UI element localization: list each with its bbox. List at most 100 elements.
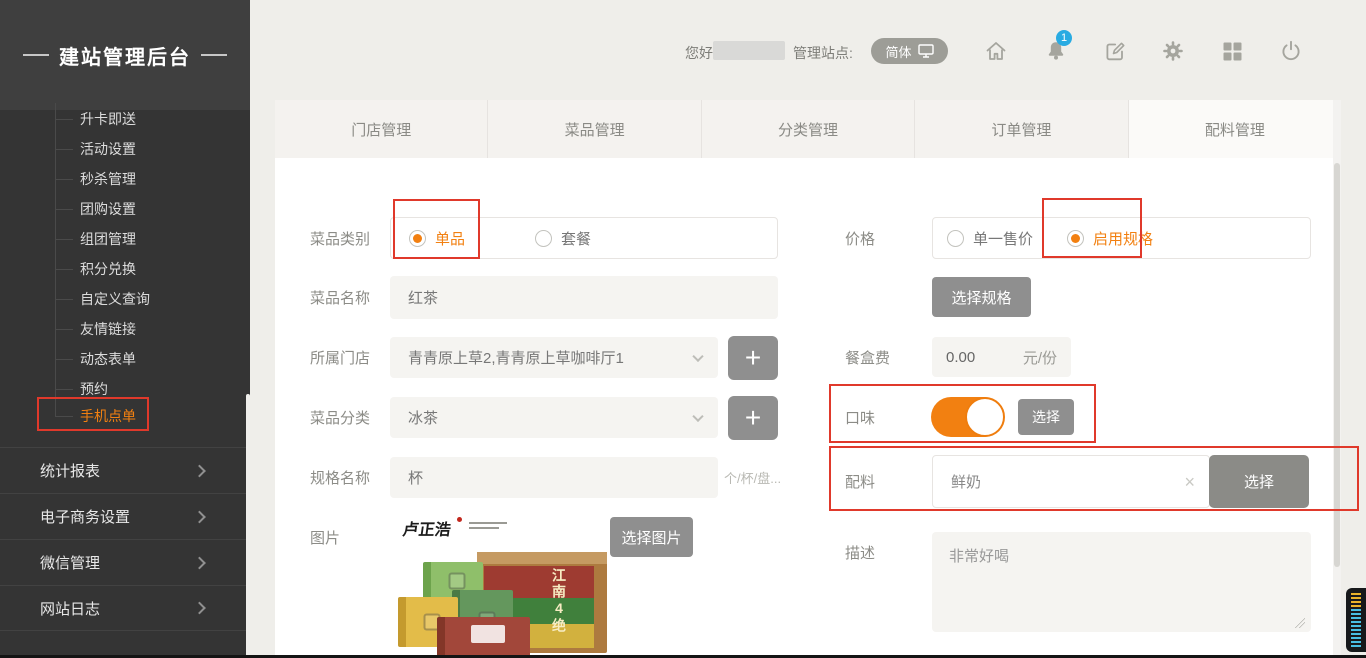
sidebar-item-friend-links[interactable]: 友情链接 [80, 318, 136, 340]
logo-dash-right [201, 54, 227, 56]
sidebar-item-custom-query[interactable]: 自定义查询 [80, 288, 150, 310]
tab-dish-manage[interactable]: 菜品管理 [488, 100, 701, 158]
box-fee-label: 餐盒费 [845, 337, 890, 377]
sidebar-item-seckill[interactable]: 秒杀管理 [80, 168, 136, 190]
radio-selected-icon [1067, 230, 1084, 247]
sidebar-item-reservation[interactable]: 预约 [80, 378, 108, 400]
indicator-bars-cyan [1351, 609, 1361, 647]
radio-enable-spec[interactable]: 启用规格 [1067, 228, 1153, 249]
sidebar-section-statistics[interactable]: 统计报表 [0, 447, 246, 493]
price-radio-group: 单一售价 启用规格 [932, 217, 1311, 259]
sidebar-section-site-logs[interactable]: 网站日志 [0, 585, 246, 631]
spec-name-label: 规格名称 [310, 457, 370, 498]
description-label: 描述 [845, 537, 875, 567]
status-indicator-widget [1346, 588, 1366, 652]
tea-box-red [437, 617, 530, 658]
notification-badge: 1 [1056, 30, 1072, 46]
brand-caption-line [469, 522, 507, 524]
dish-name-label: 菜品名称 [310, 276, 370, 319]
sidebar-item-group-manage[interactable]: 组团管理 [80, 228, 136, 250]
dish-classification-select[interactable]: 冰茶 [390, 397, 718, 438]
radio-unselected-icon [535, 230, 552, 247]
box-fee-unit: 元/份 [1023, 347, 1057, 368]
gift-box-lid [477, 552, 607, 564]
tab-order-manage[interactable]: 订单管理 [915, 100, 1128, 158]
store-select[interactable]: 青青原上草2,青青原上草咖啡厅1 [390, 337, 718, 378]
ingredient-input[interactable]: 鲜奶 × [932, 455, 1210, 508]
chevron-down-icon [692, 410, 703, 421]
toggle-knob [965, 397, 1005, 437]
flavor-toggle[interactable] [931, 397, 1004, 437]
greeting-text: 您好 [685, 43, 713, 63]
sidebar-item-activity-settings[interactable]: 活动设置 [80, 138, 136, 160]
settings-gear-icon[interactable] [1161, 39, 1185, 63]
chevron-down-icon [692, 350, 703, 361]
brand-caption-line [469, 527, 499, 529]
tab-store-manage[interactable]: 门店管理 [275, 100, 488, 158]
home-icon[interactable] [984, 39, 1008, 63]
apps-grid-icon[interactable] [1220, 39, 1244, 63]
box-label [471, 625, 505, 643]
dish-category-label: 菜品类别 [310, 217, 370, 259]
add-store-button[interactable]: + [728, 336, 778, 380]
app-title: 建站管理后台 [59, 41, 191, 70]
image-label: 图片 [310, 517, 340, 557]
spec-name-hint: 个/杯/盘... [724, 457, 781, 498]
clear-icon[interactable]: × [1184, 473, 1195, 491]
logo-dash-left [23, 54, 49, 56]
radio-single-price-label: 单一售价 [973, 228, 1033, 249]
power-logout-icon[interactable] [1279, 39, 1303, 63]
price-label: 价格 [845, 217, 875, 259]
dish-classification-value: 冰茶 [408, 407, 438, 428]
ingredient-choose-button[interactable]: 选择 [1209, 455, 1309, 508]
tab-bar: 门店管理 菜品管理 分类管理 订单管理 配料管理 [275, 100, 1341, 158]
sidebar-item-points-exchange[interactable]: 积分兑换 [80, 258, 136, 280]
dish-name-input[interactable]: 红茶 [390, 276, 778, 319]
sidebar-section-label: 电子商务设置 [40, 506, 130, 527]
radio-enable-spec-label: 启用规格 [1093, 228, 1153, 249]
flavor-label: 口味 [845, 397, 875, 437]
chevron-right-icon [193, 464, 206, 477]
radio-combo[interactable]: 套餐 [535, 228, 591, 249]
tab-ingredient-manage[interactable]: 配料管理 [1129, 100, 1341, 158]
spec-name-input[interactable]: 杯 [390, 457, 718, 498]
dish-classification-label: 菜品分类 [310, 397, 370, 438]
chevron-right-icon [193, 556, 206, 569]
username-redacted [713, 41, 785, 60]
edit-icon[interactable] [1103, 39, 1127, 63]
sidebar-section-wechat[interactable]: 微信管理 [0, 539, 246, 585]
description-textarea[interactable]: 非常好喝 [932, 532, 1311, 632]
box-fee-input[interactable]: 0.00 元/份 [932, 337, 1071, 377]
language-switch-button[interactable]: 简体 [871, 38, 948, 64]
radio-single-price[interactable]: 单一售价 [947, 228, 1033, 249]
sidebar-scrollbar[interactable] [246, 394, 250, 658]
choose-spec-button[interactable]: 选择规格 [932, 277, 1031, 317]
sidebar-item-groupbuy[interactable]: 团购设置 [80, 198, 136, 220]
flavor-choose-button[interactable]: 选择 [1018, 399, 1074, 435]
ingredient-value: 鲜奶 [951, 471, 981, 492]
ingredient-label: 配料 [845, 455, 875, 508]
sidebar-item-card-gift[interactable]: 升卡即送 [80, 108, 136, 130]
sidebar: 建站管理后台 升卡即送 活动设置 秒杀管理 团购设置 组团管理 积分兑换 自定义… [0, 0, 250, 658]
box-emblem [449, 573, 466, 590]
sidebar-section-ecommerce[interactable]: 电子商务设置 [0, 493, 246, 539]
radio-single-item-label: 单品 [435, 228, 465, 249]
box-fee-value: 0.00 [946, 349, 975, 366]
radio-combo-label: 套餐 [561, 228, 591, 249]
radio-single-item[interactable]: 单品 [409, 228, 465, 249]
tab-category-manage[interactable]: 分类管理 [702, 100, 915, 158]
resize-handle[interactable] [1295, 618, 1305, 628]
choose-image-button[interactable]: 选择图片 [610, 517, 693, 557]
gift-box-vertical-text: 江南4绝 [549, 568, 569, 634]
sidebar-section-label: 网站日志 [40, 598, 100, 619]
content-scrollbar-thumb[interactable] [1334, 163, 1340, 567]
radio-unselected-icon [947, 230, 964, 247]
brand-logo-text: 卢正浩 [401, 516, 452, 540]
add-classification-button[interactable]: + [728, 396, 778, 440]
chevron-right-icon [193, 510, 206, 523]
sidebar-item-dynamic-form[interactable]: 动态表单 [80, 348, 136, 370]
sidebar-item-mobile-ordering[interactable]: 手机点单 [80, 405, 136, 427]
app-logo: 建站管理后台 [0, 0, 250, 110]
sidebar-section-label: 统计报表 [40, 460, 100, 481]
sidebar-section-label: 微信管理 [40, 552, 100, 573]
